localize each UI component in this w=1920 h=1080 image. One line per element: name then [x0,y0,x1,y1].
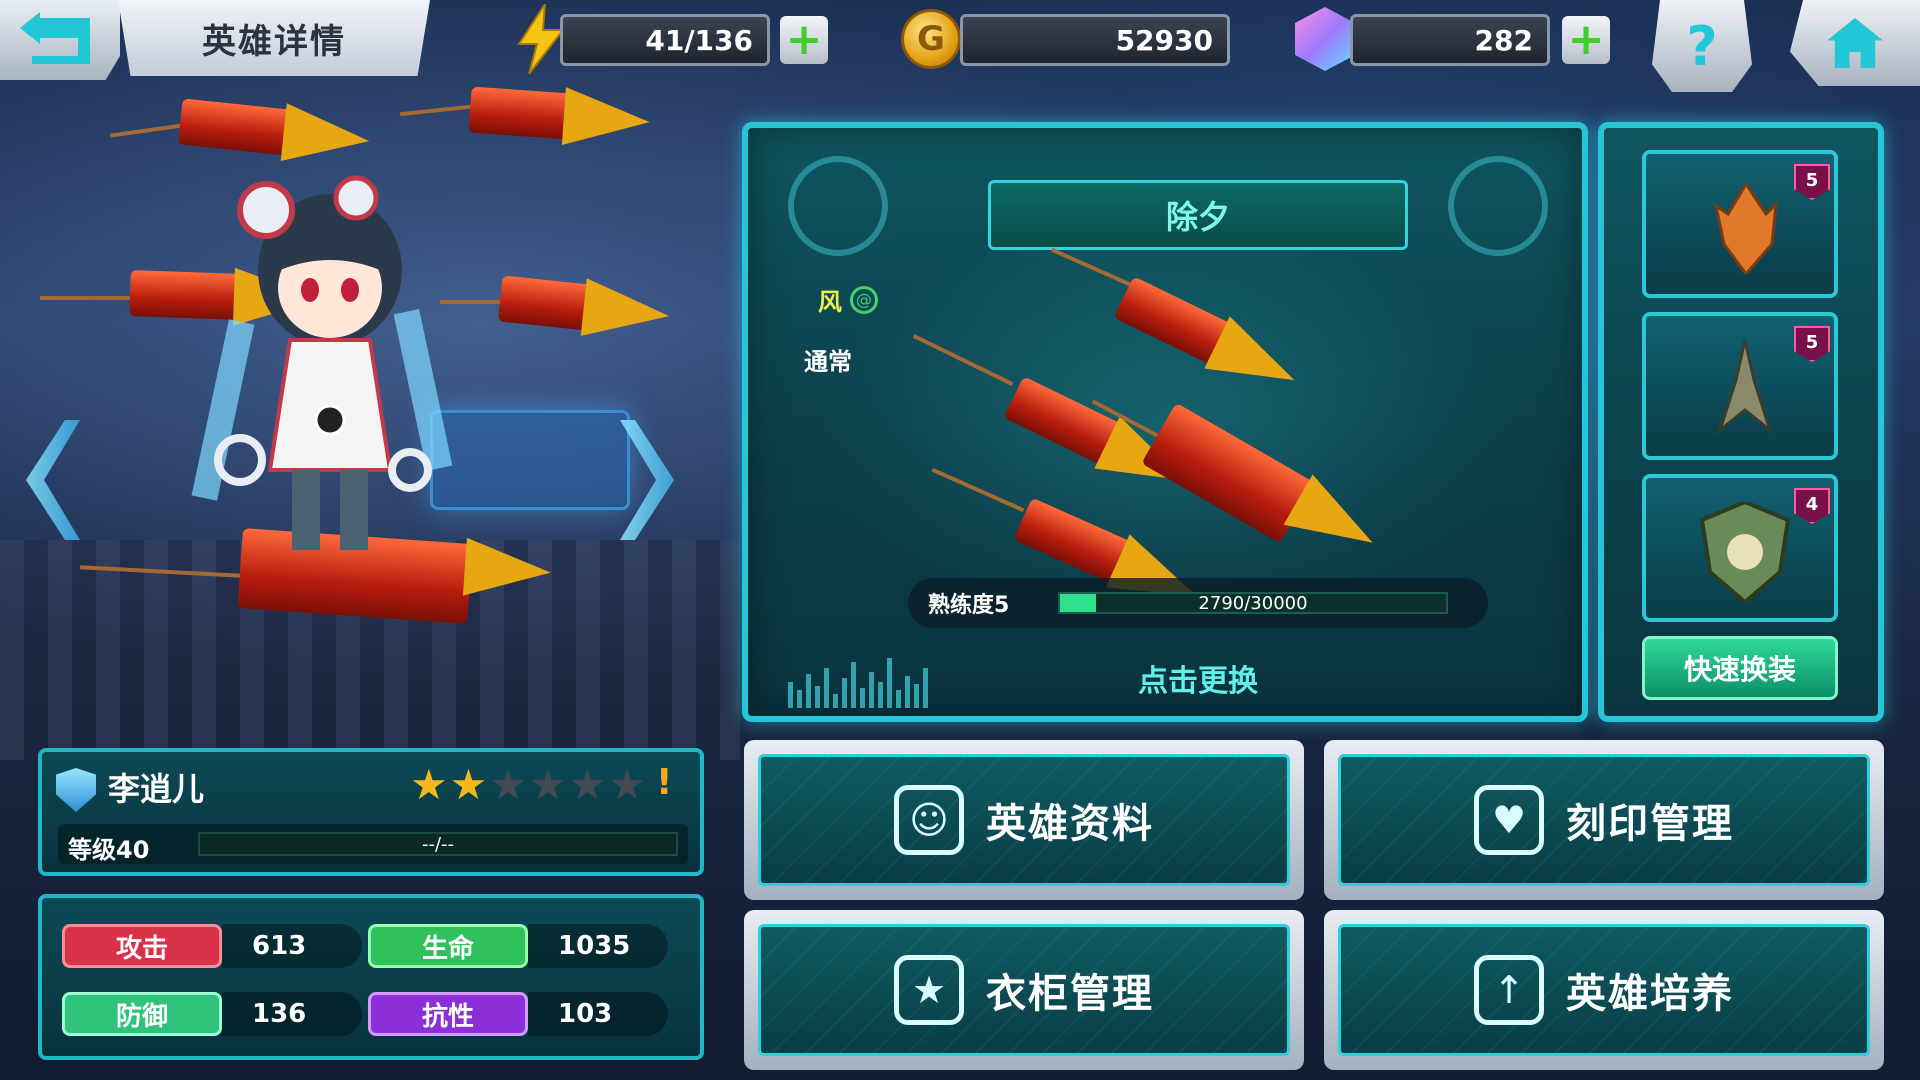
stat-resistance: 抗性 103 [368,992,668,1036]
equipment-slot-1[interactable]: 5 [1642,150,1838,298]
weapon-panel: 除夕 风 @ 通常 熟练度5 2790/30000 点击更换 [742,122,1588,722]
level-row: 等级40 --/-- [58,824,688,864]
equalizer-decoration [788,648,928,708]
flame-claw-icon [1713,184,1778,274]
hero-upgrade-icon: ↑ [1474,955,1544,1025]
equipment-slot-3[interactable]: 4 [1642,474,1838,622]
alert-icon[interactable]: ! [656,762,672,803]
hero-class-icon [56,768,96,812]
hero-profile-icon: ☺ [894,785,964,855]
wind-element-icon: @ [850,285,878,314]
wardrobe-icon: ★ [894,955,964,1025]
stat-label: 生命 [368,924,528,968]
home-icon [1827,18,1883,68]
engraving-icon: ♥ [1474,785,1544,855]
dagger-icon [1717,340,1773,435]
gem-counter: 282 [1350,14,1550,66]
stat-value: 613 [252,931,307,961]
attack-type-row: 通常 [804,342,852,377]
stat-health: 生命 1035 [368,924,668,968]
hero-info-panel: 李逍儿 ★ ★ ★ ★ ★ ★ ! 等级40 --/-- [38,748,704,876]
stat-attack: 攻击 613 [62,924,362,968]
equipment-slot-2[interactable]: 5 [1642,312,1838,460]
star-filled-icon: ★ [410,760,448,809]
stat-value: 1035 [558,931,631,961]
proficiency-track: 2790/30000 [1058,592,1448,614]
home-button[interactable] [1790,0,1920,86]
wardrobe-manage-button[interactable]: ★ 衣柜管理 [744,910,1304,1070]
weapon-image [908,238,1468,585]
hero-sprite[interactable] [180,170,480,590]
menu-label: 英雄培养 [1566,971,1734,1017]
menu-label: 刻印管理 [1566,801,1734,847]
gold-coin-icon: G [896,4,966,74]
exp-bar: --/-- [198,832,678,856]
proficiency-value: 2790/30000 [1198,593,1308,614]
equipment-slots-panel: 5 5 4 快速换装 [1598,122,1884,722]
element-row: 风 @ [818,282,878,317]
attack-type-label: 通常 [804,348,852,376]
stat-defense: 防御 136 [62,992,362,1036]
stat-label: 攻击 [62,924,222,968]
slot-level-badge: 5 [1794,164,1830,200]
star-empty-icon: ★ [608,760,646,809]
menu-label: 英雄资料 [986,801,1154,847]
star-empty-icon: ★ [528,760,567,809]
star-filled-icon: ★ [449,760,488,809]
slot-level-badge: 4 [1794,488,1830,524]
element-label: 风 [818,288,842,316]
proficiency-bar: 熟练度5 2790/30000 [908,578,1488,628]
slot-level-badge: 5 [1794,326,1830,362]
hero-stars: ★ ★ ★ ★ ★ ★ [410,764,646,806]
stat-value: 136 [252,999,307,1029]
stats-panel: 攻击 613 生命 1035 防御 136 抗性 103 [38,894,704,1060]
star-empty-icon: ★ [568,760,607,809]
stat-value: 103 [558,999,613,1029]
star-empty-icon: ★ [489,760,527,809]
stat-label: 抗性 [368,992,528,1036]
help-button[interactable]: ? [1652,0,1752,92]
question-mark-icon: ? [1686,14,1718,78]
hero-upgrade-button[interactable]: ↑ 英雄培养 [1324,910,1884,1070]
menu-label: 衣柜管理 [986,971,1154,1017]
hero-profile-button[interactable]: ☺ 英雄资料 [744,740,1304,900]
hero-level: 等级40 [68,836,150,864]
add-gems-button[interactable]: + [1562,16,1610,64]
proficiency-label: 熟练度5 [928,593,1010,618]
badge-crest-icon [1700,502,1790,602]
quick-equip-button[interactable]: 快速换装 [1642,636,1838,700]
change-weapon-button[interactable]: 点击更换 [1048,648,1348,708]
target-ring-left [788,156,888,256]
engraving-manage-button[interactable]: ♥ 刻印管理 [1324,740,1884,900]
hero-name: 李逍儿 [108,770,205,808]
stat-label: 防御 [62,992,222,1036]
add-energy-button[interactable]: + [780,16,828,64]
gold-counter: 52930 [960,14,1230,66]
